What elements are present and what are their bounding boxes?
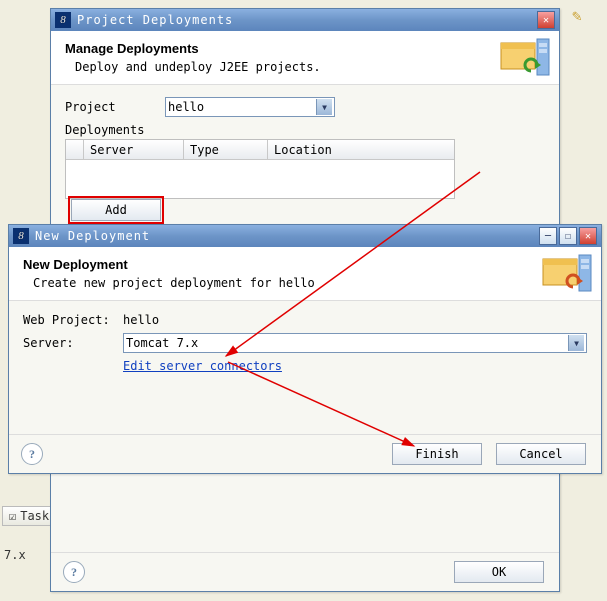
close-button[interactable]: ✕ [579, 227, 597, 245]
tasks-icon: ☑ [9, 509, 16, 523]
finish-button[interactable]: Finish [392, 443, 482, 465]
server-label: Server: [23, 336, 123, 350]
version-hint: 7.x [4, 548, 26, 562]
help-button[interactable]: ? [21, 443, 43, 465]
help-button[interactable]: ? [63, 561, 85, 583]
add-button[interactable]: Add [71, 199, 161, 221]
banner-desc: Deploy and undeploy J2EE projects. [65, 60, 545, 74]
deployments-table[interactable]: Server Type Location [65, 139, 455, 199]
project-select[interactable]: hello ▼ [165, 97, 335, 117]
window-title: Project Deployments [77, 13, 537, 27]
web-project-label: Web Project: [23, 313, 123, 327]
col-server[interactable]: Server [84, 140, 184, 159]
header-banner: New Deployment Create new project deploy… [9, 247, 601, 301]
banner-title: Manage Deployments [65, 41, 545, 56]
header-banner: Manage Deployments Deploy and undeploy J… [51, 31, 559, 85]
wand-icon: ✎ [572, 6, 582, 25]
app-icon: 8 [55, 12, 71, 28]
ok-button[interactable]: OK [454, 561, 544, 583]
web-project-value: hello [123, 313, 159, 327]
window-title: New Deployment [35, 229, 539, 243]
project-label: Project [65, 100, 165, 114]
project-deployments-footer: ? OK [51, 552, 559, 591]
new-deployment-window: 8 New Deployment ─ ☐ ✕ New Deployment Cr… [8, 224, 602, 474]
chevron-down-icon: ▼ [316, 99, 332, 115]
titlebar-project-deployments[interactable]: 8 Project Deployments ✕ [51, 9, 559, 31]
deploy-icon [541, 253, 593, 295]
col-type[interactable]: Type [184, 140, 268, 159]
deployments-label: Deployments [65, 123, 545, 137]
edit-server-connectors-link[interactable]: Edit server connectors [123, 359, 282, 373]
deploy-icon [499, 37, 551, 79]
minimize-button[interactable]: ─ [539, 227, 557, 245]
col-blank [66, 140, 84, 159]
app-icon: 8 [13, 228, 29, 244]
server-select[interactable]: Tomcat 7.x ▼ [123, 333, 587, 353]
new-deployment-body: Web Project: hello Server: Tomcat 7.x ▼ … [9, 301, 601, 391]
new-deployment-footer: ? Finish Cancel [9, 434, 601, 473]
project-select-value: hello [168, 100, 204, 114]
chevron-down-icon: ▼ [568, 335, 584, 351]
maximize-button[interactable]: ☐ [559, 227, 577, 245]
col-location[interactable]: Location [268, 140, 454, 159]
titlebar-new-deployment[interactable]: 8 New Deployment ─ ☐ ✕ [9, 225, 601, 247]
close-button[interactable]: ✕ [537, 11, 555, 29]
banner-title: New Deployment [23, 257, 587, 272]
banner-desc: Create new project deployment for hello [23, 276, 587, 290]
cancel-button[interactable]: Cancel [496, 443, 586, 465]
server-select-value: Tomcat 7.x [126, 336, 198, 350]
